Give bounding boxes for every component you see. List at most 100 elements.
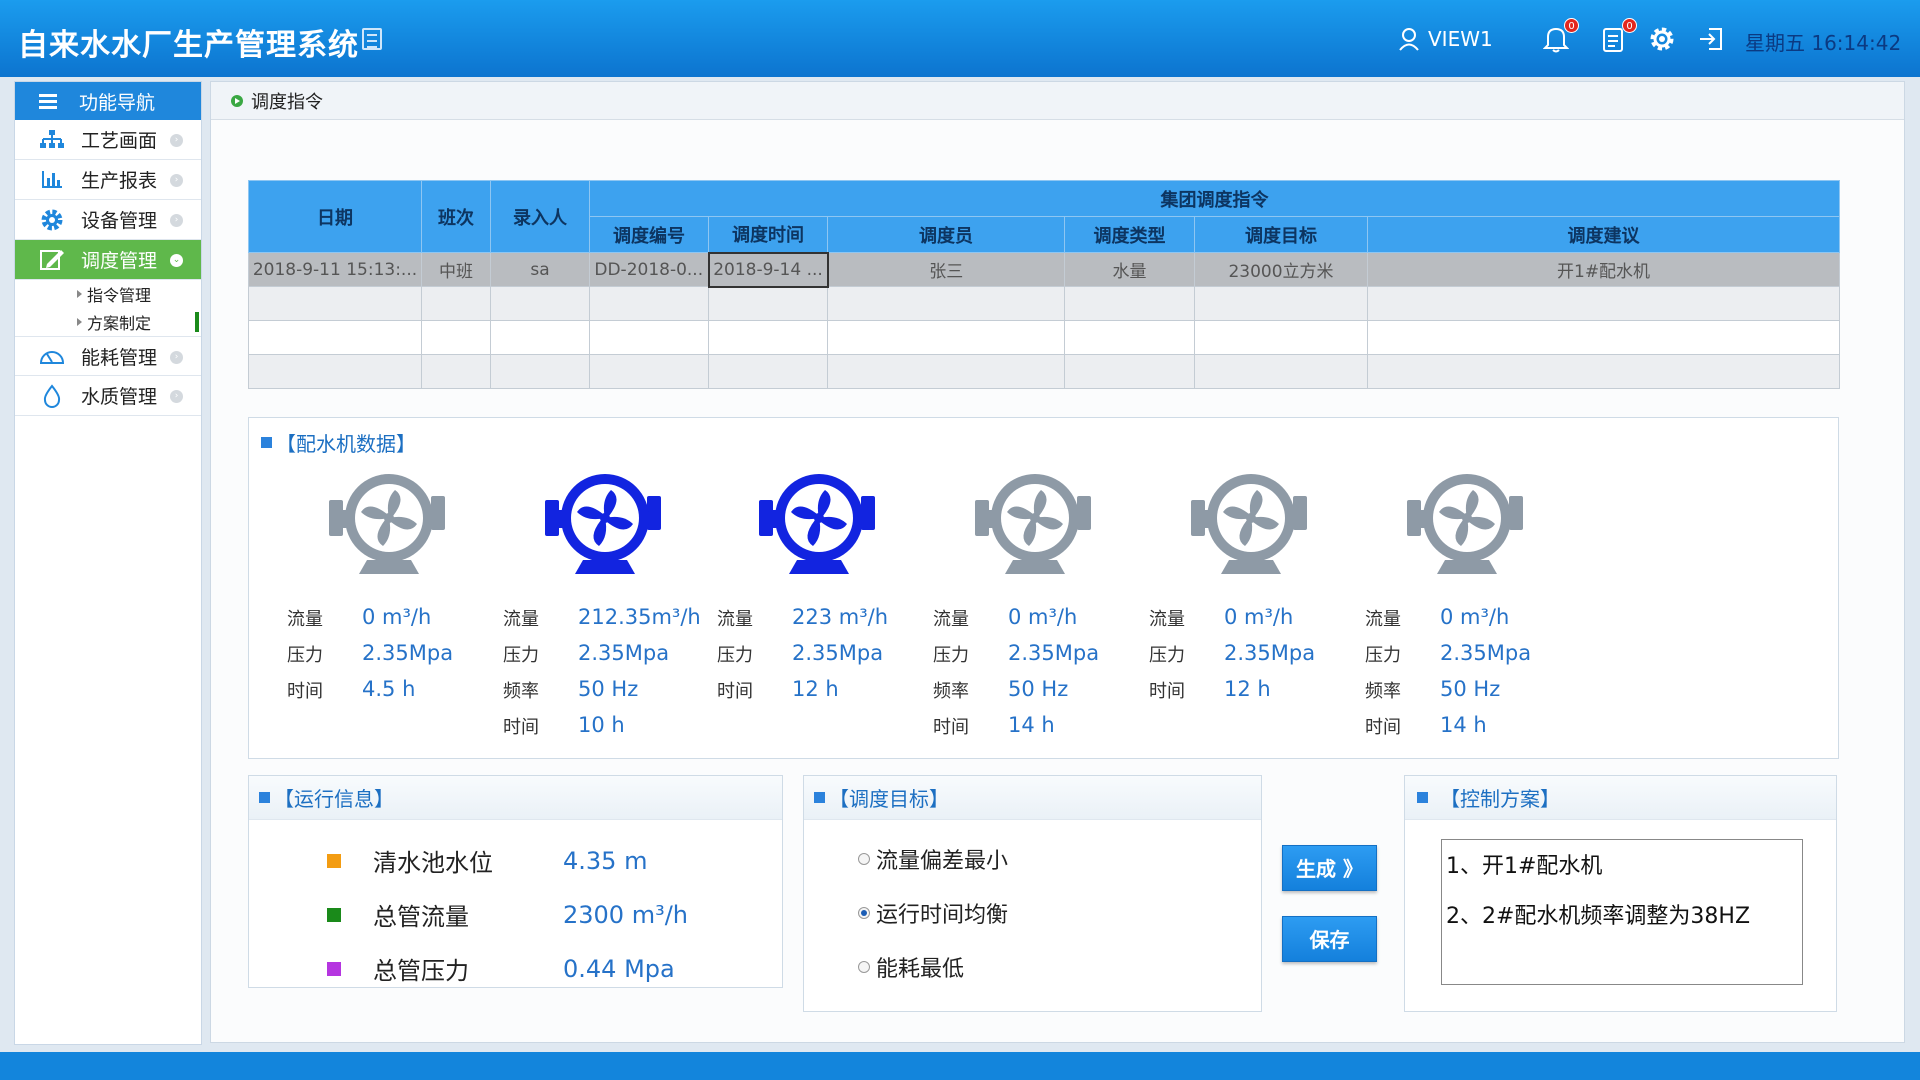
table-cell[interactable]: 中班 (421, 252, 491, 287)
pump-unit[interactable]: 流量 0 m³/h 压力 2.35Mpa 时间 4.5 h (287, 470, 467, 740)
pump-unit[interactable]: 流量 0 m³/h 压力 2.35Mpa 频率 50 Hz 时间 14 h (933, 470, 1113, 740)
table-cell[interactable]: 23000立方米 (1194, 252, 1368, 287)
pump-row: 压力 2.35Mpa (1149, 641, 1315, 667)
footer-bar (0, 1052, 1920, 1080)
col-header[interactable]: 调度时间 (708, 216, 828, 253)
sidebar-item-dispatch[interactable]: 调度管理 ⌄ (15, 240, 201, 280)
table-cell[interactable] (1064, 354, 1195, 389)
pump-icon (975, 474, 1091, 574)
save-button[interactable]: 保存 (1282, 916, 1377, 962)
col-header[interactable]: 日期 (248, 180, 422, 253)
table-cell[interactable] (589, 286, 709, 321)
pump-unit[interactable]: 流量 212.35m³/h 压力 2.35Mpa 频率 50 Hz 时间 10 h (503, 470, 701, 740)
table-row[interactable] (248, 354, 1841, 389)
table-cell[interactable]: sa (490, 252, 590, 287)
table-cell[interactable]: 开1#配水机 (1366, 252, 1841, 287)
table-cell[interactable] (1194, 320, 1368, 355)
col-header[interactable]: 录入人 (490, 180, 590, 253)
pump-unit[interactable]: 流量 223 m³/h 压力 2.35Mpa 时间 12 h (717, 470, 897, 740)
sidebar-item-water-quality[interactable]: 水质管理 › (15, 376, 201, 416)
message-badge: 0 (1622, 18, 1637, 33)
table-cell[interactable] (490, 286, 590, 321)
panel-title: 【运行信息】 (249, 776, 782, 820)
app-title: 自来水水厂生产管理系统 (18, 28, 359, 63)
table-cell[interactable] (248, 354, 422, 389)
table-cell[interactable] (248, 320, 422, 355)
sidebar-item-report[interactable]: 生产报表 › (15, 160, 201, 200)
logout-icon (1700, 28, 1722, 50)
col-header[interactable]: 调度员 (827, 216, 1065, 253)
settings-button[interactable] (1647, 22, 1677, 56)
col-header[interactable]: 调度类型 (1064, 216, 1195, 253)
table-cell[interactable] (421, 286, 491, 321)
logout-button[interactable] (1697, 22, 1725, 56)
table-cell[interactable] (421, 320, 491, 355)
table-cell[interactable] (490, 354, 590, 389)
radio-balanced-runtime[interactable]: 运行时间均衡 (858, 897, 1008, 929)
pump-unit[interactable]: 流量 0 m³/h 压力 2.35Mpa 频率 50 Hz 时间 14 h (1365, 470, 1545, 740)
radio-min-energy[interactable]: 能耗最低 (858, 951, 964, 983)
pump-value: 2.35Mpa (1224, 641, 1316, 665)
table-cell[interactable] (1194, 354, 1368, 389)
subitem-label: 方案制定 (87, 314, 152, 333)
radio-button[interactable] (858, 961, 870, 973)
table-cell[interactable] (421, 354, 491, 389)
plan-textarea[interactable]: 1、开1#配水机 2、2#配水机频率调整为38HZ (1441, 839, 1803, 985)
panel-title: 【调度目标】 (804, 776, 1261, 820)
radio-button[interactable] (858, 853, 870, 865)
table-row[interactable] (248, 320, 1841, 355)
table-cell[interactable] (490, 320, 590, 355)
table-cell[interactable] (1064, 286, 1195, 321)
col-header[interactable]: 调度建议 (1366, 216, 1841, 253)
table-cell[interactable] (1064, 320, 1195, 355)
table-cell[interactable] (827, 320, 1065, 355)
table-row[interactable]: 2018-9-11 15:13:... 中班 sa DD-2018-0... 2018-… (248, 251, 1841, 288)
table-cell[interactable]: 张三 (827, 252, 1065, 287)
pump-row: 时间 14 h (933, 713, 1055, 739)
generate-button[interactable]: 生成 》 (1282, 845, 1377, 891)
alarm-button[interactable]: 0 (1543, 18, 1579, 56)
pump-row: 压力 2.35Mpa (717, 641, 883, 667)
active-indicator (195, 312, 199, 332)
table-cell[interactable] (708, 320, 828, 355)
radio-button[interactable] (858, 907, 870, 919)
user-menu[interactable]: VIEW1 (1398, 22, 1493, 56)
table-cell[interactable] (708, 286, 828, 321)
table-cell[interactable]: 水量 (1064, 252, 1195, 287)
col-header[interactable]: 调度目标 (1194, 216, 1368, 253)
clock: 星期五 16:14:42 (1745, 27, 1901, 56)
table-row[interactable] (248, 286, 1841, 321)
table-cell[interactable] (1194, 286, 1368, 321)
subitem-instruction[interactable]: 指令管理 (15, 280, 201, 308)
table-cell[interactable] (827, 354, 1065, 389)
table-cell[interactable] (827, 286, 1065, 321)
pump-value: 2.35Mpa (578, 641, 670, 665)
info-value: 2300 m³/h (563, 900, 689, 929)
pump-label: 压力 (933, 645, 969, 666)
pump-unit[interactable]: 流量 0 m³/h 压力 2.35Mpa 时间 12 h (1149, 470, 1329, 740)
col-header[interactable]: 调度编号 (589, 216, 709, 253)
sidebar-item-process[interactable]: 工艺画面 › (15, 120, 201, 160)
table-cell[interactable] (589, 354, 709, 389)
sidebar-item-energy[interactable]: 能耗管理 › (15, 336, 201, 376)
table-cell[interactable] (1366, 286, 1841, 321)
table-cell[interactable]: DD-2018-0... (589, 252, 709, 287)
radio-label: 能耗最低 (876, 957, 965, 982)
table-cell[interactable] (248, 286, 422, 321)
table-cell[interactable] (1366, 354, 1841, 389)
pump-label: 流量 (933, 609, 969, 630)
pump-row: 时间 10 h (503, 713, 625, 739)
table-cell[interactable]: 2018-9-14 ... (707, 251, 829, 288)
col-header[interactable]: 班次 (421, 180, 491, 253)
subitem-plan[interactable]: 方案制定 (15, 308, 201, 336)
table-cell[interactable] (589, 320, 709, 355)
table-cell[interactable]: 2018-9-11 15:13:... (248, 252, 422, 287)
nav-header[interactable]: 功能导航 (15, 82, 201, 120)
radio-min-deviation[interactable]: 流量偏差最小 (858, 843, 1008, 875)
table-cell[interactable] (1366, 320, 1841, 355)
message-button[interactable]: 0 (1601, 18, 1637, 56)
pump-icon (1407, 474, 1523, 574)
table-cell[interactable] (708, 354, 828, 389)
sidebar-item-label: 调度管理 (81, 250, 158, 272)
sidebar-item-equipment[interactable]: 设备管理 › (15, 200, 201, 240)
